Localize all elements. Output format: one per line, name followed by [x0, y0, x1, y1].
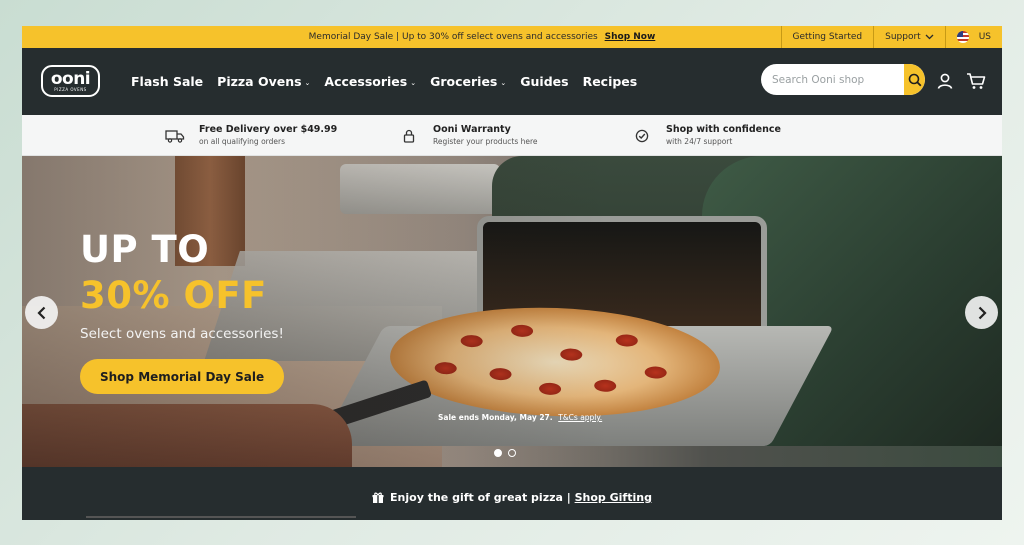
nav-item-accessories[interactable]: Accessories ⌄: [324, 74, 416, 89]
nav-item-flash-sale[interactable]: Flash Sale: [131, 74, 203, 89]
sale-end-text: Sale ends Monday, May 27.: [438, 413, 553, 422]
logo-tagline: PIZZA OVENS: [54, 86, 87, 92]
nav-item-label: Recipes: [582, 74, 638, 89]
us-flag-icon: [956, 31, 969, 43]
promo-message: Memorial Day Sale | Up to 30% off select…: [22, 32, 782, 42]
lock-icon: [399, 126, 419, 146]
support-label: Support: [885, 32, 921, 42]
trust-subtitle: on all qualifying orders: [199, 137, 285, 146]
account-button[interactable]: [934, 70, 956, 92]
nav-item-guides[interactable]: Guides: [520, 74, 568, 89]
nav-item-pizza-ovens[interactable]: Pizza Ovens ⌄: [217, 74, 310, 89]
chevron-down-icon: ⌄: [304, 78, 311, 87]
divider: [86, 516, 356, 518]
carousel-dot-1[interactable]: [494, 449, 502, 457]
support-dropdown[interactable]: Support: [873, 26, 945, 48]
getting-started-label: Getting Started: [792, 32, 863, 42]
shop-gifting-link[interactable]: Shop Gifting: [575, 491, 652, 504]
carousel-dots: [494, 449, 516, 457]
nav-item-label: Groceries: [430, 74, 498, 89]
trust-title: Shop with confidence: [666, 124, 781, 135]
nav-item-label: Pizza Ovens: [217, 74, 302, 89]
nav-menu: Flash Sale Pizza Ovens ⌄ Accessories ⌄ G…: [131, 48, 637, 115]
hero-banner: UP TO 30% OFF Select ovens and accessori…: [22, 156, 1002, 467]
promo-bar: Memorial Day Sale | Up to 30% off select…: [22, 26, 1002, 48]
nav-item-label: Accessories: [324, 74, 408, 89]
ooni-logo[interactable]: ooni PIZZA OVENS: [41, 65, 100, 97]
chevron-down-icon: ⌄: [500, 78, 507, 87]
nav-item-label: Guides: [520, 74, 569, 89]
search-button[interactable]: [904, 64, 925, 95]
trust-bar: Free Delivery over $49.99 on all qualify…: [22, 115, 1002, 156]
chevron-down-icon: [925, 34, 934, 40]
user-icon: [937, 73, 953, 89]
promo-text: Memorial Day Sale | Up to 30% off select…: [308, 32, 598, 42]
search-bar: [761, 64, 925, 95]
browser-page: Memorial Day Sale | Up to 30% off select…: [22, 26, 1002, 520]
hero-heading-line2: 30% OFF: [80, 274, 267, 317]
hero-subtitle: Select ovens and accessories!: [80, 326, 284, 342]
trust-item-warranty[interactable]: Ooni Warranty Register your products her…: [399, 123, 538, 148]
search-input[interactable]: [761, 64, 904, 95]
carousel-dot-2[interactable]: [508, 449, 516, 457]
cart-button[interactable]: [965, 70, 987, 92]
hero-sale-note: Sale ends Monday, May 27. T&Cs apply.: [438, 413, 602, 422]
nav-item-label: Flash Sale: [131, 74, 204, 89]
carousel-prev-button[interactable]: [25, 296, 58, 329]
chevron-down-icon: ⌄: [410, 78, 417, 87]
nav-item-recipes[interactable]: Recipes: [583, 74, 638, 89]
main-navigation: ooni PIZZA OVENS Flash Sale Pizza Ovens …: [22, 48, 1002, 115]
gift-message: Enjoy the gift of great pizza | Shop Gif…: [390, 483, 652, 504]
logo-wordmark: ooni: [50, 68, 91, 89]
trust-item-confidence[interactable]: Shop with confidence with 24/7 support: [632, 123, 781, 148]
shop-memorial-day-sale-button[interactable]: Shop Memorial Day Sale: [80, 359, 285, 394]
trust-item-delivery[interactable]: Free Delivery over $49.99 on all qualify…: [165, 123, 337, 148]
utility-links: Getting Started Support US: [780, 26, 1002, 48]
hero-heading-line1: UP TO: [80, 228, 210, 271]
trust-title: Ooni Warranty: [433, 124, 511, 135]
terms-link[interactable]: T&Cs apply.: [558, 413, 602, 422]
gift-text: Enjoy the gift of great pizza |: [390, 491, 571, 504]
trust-title: Free Delivery over $49.99: [199, 124, 338, 135]
cart-icon: [967, 73, 986, 89]
getting-started-link[interactable]: Getting Started: [780, 26, 874, 48]
region-label: US: [978, 32, 991, 42]
trust-subtitle: with 24/7 support: [666, 137, 733, 146]
check-badge-icon: [632, 126, 652, 146]
delivery-truck-icon: [165, 126, 185, 146]
gift-icon: [372, 484, 384, 504]
shop-now-link[interactable]: Shop Now: [605, 32, 656, 42]
carousel-next-button[interactable]: [965, 296, 998, 329]
gift-banner: Enjoy the gift of great pizza | Shop Gif…: [22, 467, 1002, 520]
trust-subtitle: Register your products here: [433, 137, 538, 146]
search-icon: [908, 73, 921, 86]
chevron-left-icon: [36, 306, 45, 319]
region-selector[interactable]: US: [944, 26, 1002, 48]
nav-item-groceries[interactable]: Groceries ⌄: [430, 74, 506, 89]
chevron-right-icon: [978, 306, 987, 319]
